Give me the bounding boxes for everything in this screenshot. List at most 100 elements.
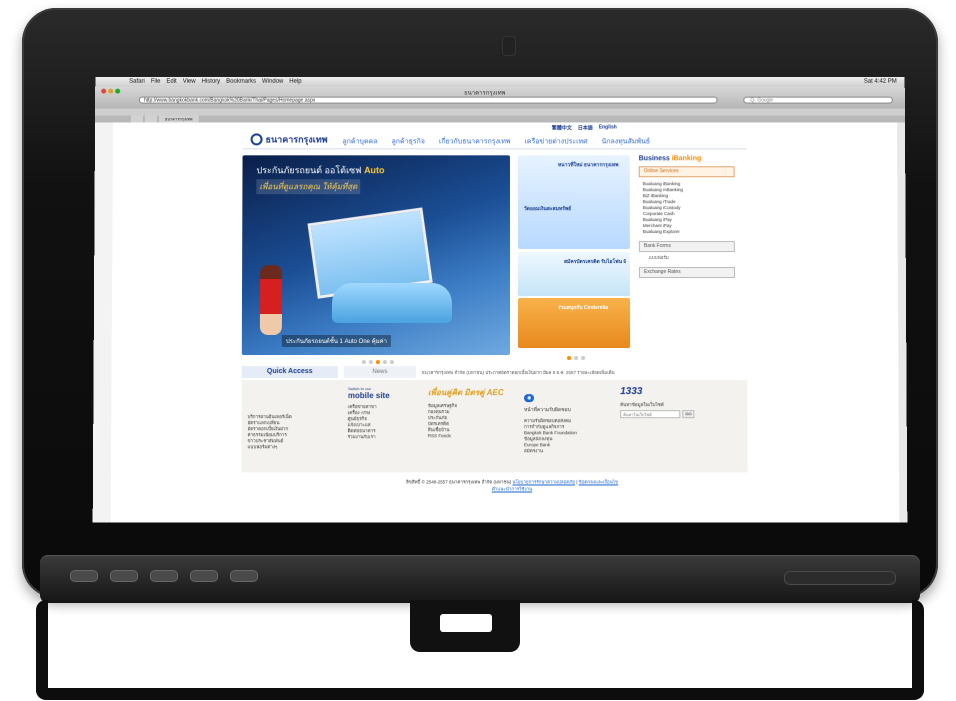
news-ticker[interactable]: ธนาคารกรุงเทพ จำกัด (มหาชน) ประกาศอัตราด… [422, 369, 747, 376]
promo-banner-3[interactable]: ร่วมสนุกกับ Cinderella [517, 298, 631, 349]
browser-search-field[interactable]: Q- Google [743, 96, 893, 104]
carousel-dot-active[interactable] [567, 356, 572, 361]
web-page: 繁體中文 日本語 English ธนาคารกรุงเทพ ลูกค้าบุค… [110, 122, 900, 523]
bank-forms-button[interactable]: Bank Forms [638, 241, 735, 253]
browser-tab[interactable] [144, 115, 157, 123]
carousel-dot[interactable] [382, 360, 387, 365]
menu-edit[interactable]: Edit [166, 79, 176, 85]
online-services-dropdown[interactable]: Online Services [638, 166, 735, 178]
nav-business[interactable]: ลูกค้าธุรกิจ [391, 136, 424, 147]
tab-bar: ธนาคารกรุงเทพ [95, 115, 905, 123]
hero-subline: เพื่อนที่ดูแลรถคุณ ให้คุ้มที่สุด [256, 179, 361, 195]
lang-japanese[interactable]: 日本語 [578, 124, 593, 131]
zoom-window-button[interactable] [115, 88, 121, 94]
browser-tab-active[interactable]: ธนาคารกรุงเทพ [158, 115, 199, 123]
webcam [502, 36, 516, 56]
hero-carousel-dots [361, 360, 394, 365]
service-link[interactable]: Bualuang Explorer [643, 229, 735, 235]
mobile-site-title: mobile site [347, 391, 390, 401]
volume-down-button[interactable] [150, 570, 178, 582]
nav-investor[interactable]: นักลงทุนสัมพันธ์ [601, 136, 650, 147]
tab-quick-access[interactable]: Quick Access [241, 366, 338, 379]
business-ibanking-logo[interactable]: Business iBanking [639, 155, 735, 162]
menu-file[interactable]: File [151, 79, 161, 85]
promo-banner-1[interactable]: หนาวที่ใหม่ ธนาคารกรุงเทพ วัดออมเงินสะสม… [517, 155, 630, 250]
lotus-logo-icon [250, 133, 263, 146]
speaker-grille [784, 571, 896, 585]
lang-chinese[interactable]: 繁體中文 [552, 124, 572, 131]
menu-view[interactable]: View [183, 79, 196, 85]
menubar-clock[interactable]: Sat 4:42 PM [864, 79, 897, 85]
site-search: GO [620, 410, 695, 419]
site-search-col: 1333 ค้นหาข้อมูลในเว็บไซต์ GO [620, 386, 695, 419]
hero-banner[interactable]: ประกันภัยรถยนต์ ออโต้เซฟ Auto เพื่อนที่ด… [241, 155, 511, 356]
minimize-window-button[interactable] [108, 88, 114, 94]
power-button[interactable] [70, 570, 98, 582]
csr-badge[interactable]: ◉ [524, 394, 535, 403]
promo-banner-2[interactable]: สมัครบัตรเครดิต รับไอโฟน 6 [517, 252, 630, 297]
nav-international[interactable]: เครือข่ายต่างประเทศ [524, 136, 587, 147]
carousel-dot[interactable] [389, 360, 394, 365]
bank-forms-sub[interactable]: แบบฟอร์ม [649, 254, 735, 261]
privacy-link[interactable]: นโยบายการรักษาความปลอดภัย [512, 479, 574, 484]
monitor-bezel: Safari File Edit View History Bookmarks … [22, 8, 938, 598]
quick-link[interactable]: RSS Feeds [428, 433, 504, 439]
quick-links-band: บริการผ่านอินเทอร์เน็ต อัตราแลกเปลี่ยน อ… [241, 380, 748, 473]
bookmarks-bar [95, 108, 905, 116]
address-bar[interactable]: http://www.bangkokbank.com/Bangkok%20Ban… [139, 96, 718, 104]
carousel-dot[interactable] [368, 360, 373, 365]
cable-slot [440, 614, 492, 632]
business-logo-text: Business [638, 155, 670, 163]
menu-help[interactable]: Help [289, 79, 301, 85]
nav-about[interactable]: เกี่ยวกับธนาคารกรุงเทพ [439, 136, 511, 147]
site-search-input[interactable] [620, 410, 681, 419]
mobile-site-link[interactable]: Switch to our mobile site [348, 386, 390, 400]
input-button[interactable] [230, 570, 258, 582]
terms-link[interactable]: ข้อตกลงและเงื่อนไข [579, 479, 618, 484]
menu-safari[interactable]: Safari [129, 79, 145, 85]
promo-3-text: ร่วมสนุกกับ Cinderella [558, 304, 609, 312]
site-search-button[interactable]: GO [682, 410, 695, 419]
menu-button[interactable] [110, 570, 138, 582]
copyright: ลิขสิทธิ์ © 2548-2557 ธนาคารกรุงเทพ จำกั… [405, 479, 619, 492]
menu-history[interactable]: History [202, 79, 221, 85]
site-search-label: ค้นหาข้อมูลในเว็บไซต์ [620, 402, 664, 408]
exchange-rates-button[interactable]: Exchange Rates [638, 267, 735, 279]
aec-banner[interactable]: เพื่อนคู่คิด มิตรคู่ AEC [428, 386, 504, 399]
quick-links-col-4: ◉ หน้าที่ความรับผิดชอบ ความรับผิดชอบต่อส… [524, 386, 577, 454]
menu-window[interactable]: Window [262, 79, 283, 85]
quick-links-col-3: เพื่อนคู่คิด มิตรคู่ AEC ข้อมูลเศรษฐกิจ … [428, 386, 504, 439]
help-link[interactable]: คำแนะนำการใช้งาน [492, 486, 532, 491]
carousel-dot[interactable] [361, 360, 366, 365]
model-figure [259, 265, 283, 336]
close-window-button[interactable] [101, 88, 107, 94]
call-center-number[interactable]: 1333 [620, 386, 694, 397]
carousel-dot-active[interactable] [375, 360, 380, 365]
quick-link[interactable]: สมัครงาน [524, 448, 577, 454]
copyright-text: ลิขสิทธิ์ © 2548-2557 ธนาคารกรุงเทพ จำกั… [405, 479, 512, 485]
promo-carousel-dots [567, 356, 586, 361]
lang-english[interactable]: English [599, 124, 617, 131]
monitor-buttons [70, 570, 258, 586]
tab-news[interactable]: News [343, 366, 416, 379]
browser-tab[interactable] [130, 115, 143, 123]
promo-1b-text: วัดออมเงินสะสมทรัพย์ [523, 206, 572, 213]
car-image [331, 283, 453, 324]
browser-toolbar: ธนาคารกรุงเทพ http://www.bangkokbank.com… [95, 86, 905, 110]
window-controls [101, 88, 121, 94]
bank-logo[interactable]: ธนาคารกรุงเทพ [250, 132, 328, 146]
screen: Safari File Edit View History Bookmarks … [92, 76, 908, 523]
quick-link[interactable]: ร่วมงานกับเรา [348, 434, 390, 440]
nav-personal[interactable]: ลูกค้าบุคคล [342, 136, 377, 147]
hero-footer-text: ประกันภัยรถยนต์ชั้น 1 Auto One คุ้มค่า [281, 335, 391, 348]
carousel-dot[interactable] [581, 356, 586, 361]
hero-headline-text: ประกันภัยรถยนต์ ออโต้เซฟ [256, 165, 362, 176]
online-services-list: Bualuang iBanking Bualuang mBanking BiZ … [643, 181, 735, 235]
promo-1-text: หนาวที่ใหม่ ธนาคารกรุงเทพ [557, 162, 619, 169]
promo-2-text: สมัครบัตรเครดิต รับไอโฟน 6 [563, 259, 627, 266]
quick-link[interactable]: แบบฟอร์มต่างๆ [247, 444, 291, 450]
nav-divider [242, 148, 747, 150]
volume-up-button[interactable] [190, 570, 218, 582]
menu-bookmarks[interactable]: Bookmarks [226, 79, 256, 85]
carousel-dot[interactable] [574, 356, 579, 361]
